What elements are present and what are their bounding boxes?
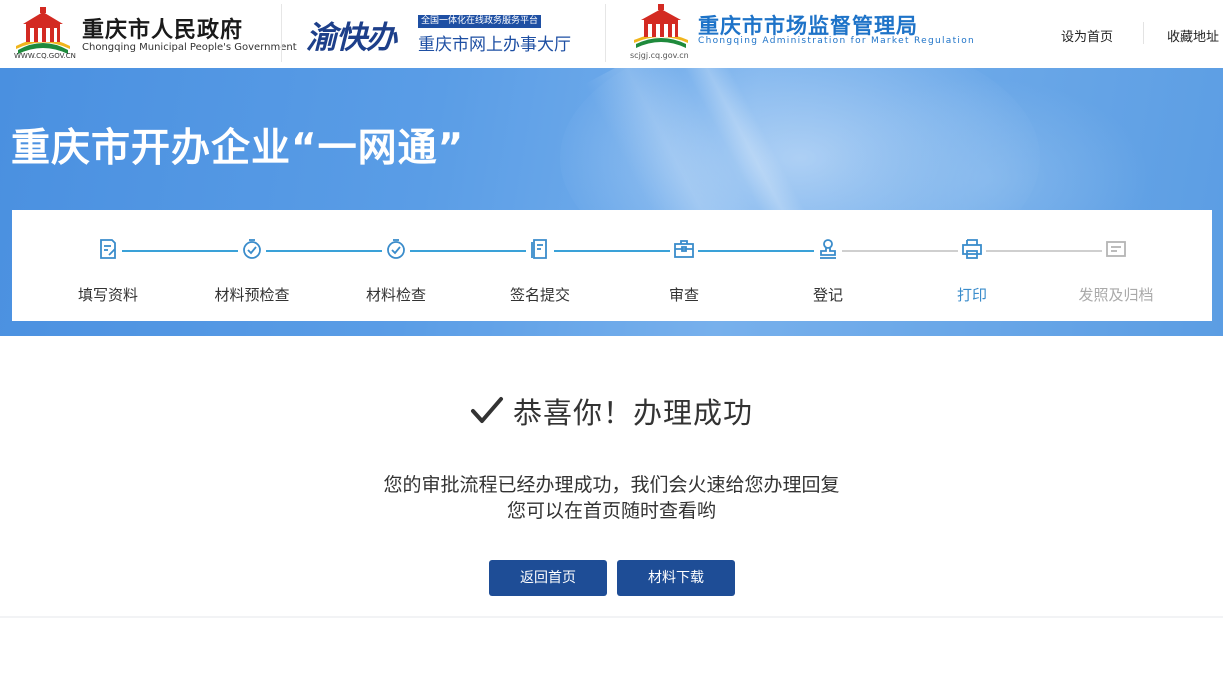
- header-divider: [605, 4, 606, 62]
- step-label: 登记: [812, 286, 843, 304]
- briefcase-icon: [674, 240, 694, 258]
- success-heading: 恭喜你！办理成功: [0, 390, 1223, 432]
- step-sign-submit: 签名提交: [485, 236, 595, 306]
- success-panel: 恭喜你！办理成功 您的审批流程已经办理成功，我们会火速给您办理回复 您可以在首页…: [0, 336, 1223, 618]
- step-check: 材料检查: [341, 236, 451, 306]
- step-register: 登记: [773, 236, 883, 306]
- check-clock-icon: [243, 239, 261, 259]
- back-home-button[interactable]: 返回首页: [489, 560, 607, 596]
- footer-divider: [0, 616, 1223, 618]
- printer-icon: [962, 239, 982, 259]
- yukuaiban-title: 重庆市网上办事大厅: [418, 35, 571, 55]
- step-label: 发照及归档: [1078, 286, 1154, 304]
- step-print: 打印: [917, 236, 1027, 306]
- step-label: 签名提交: [509, 286, 570, 304]
- step-label: 材料检查: [365, 286, 426, 304]
- step-label: 审查: [668, 286, 699, 304]
- yukuaiban-brand: 渝快办: [306, 20, 397, 56]
- stamp-icon: [820, 239, 836, 259]
- header-divider: [281, 4, 282, 62]
- progress-steps: 填写资料 材料预检查 材料检查 签名提交 审查 登记 打印 发照及归档: [12, 210, 1212, 321]
- step-label: 材料预检查: [214, 286, 290, 304]
- step-label: 填写资料: [77, 286, 138, 304]
- header-links: 设为首页 收藏地址: [1033, 0, 1223, 68]
- government-emblem-icon: [16, 7, 70, 54]
- success-message: 您的审批流程已经办理成功，我们会火速给您办理回复: [383, 474, 840, 496]
- step-review: 审查: [629, 236, 739, 306]
- yukuaiban-logo[interactable]: 渝快办 全国一体化在线政务服务平台 重庆市网上办事大厅: [306, 0, 596, 68]
- step-label: 打印: [956, 286, 987, 304]
- license-card-icon: [1106, 241, 1126, 257]
- market-logo-url: scjgj.cq.gov.cn: [630, 51, 689, 60]
- set-homepage-link[interactable]: 设为首页: [1061, 26, 1113, 45]
- hero-banner: 重庆市开办企业“一网通” 填写资料 材料预检查 材料检查 签名提交 审查 登记 …: [0, 68, 1223, 336]
- sign-document-icon: [531, 239, 547, 259]
- header-link-divider: [1143, 22, 1144, 44]
- success-title: 恭喜你！办理成功: [513, 396, 754, 430]
- form-edit-icon: [100, 239, 116, 259]
- market-logo-subtitle: Chongqing Administration for Market Regu…: [698, 36, 976, 46]
- site-header: 重庆市人民政府 Chongqing Municipal People's Gov…: [0, 0, 1223, 68]
- market-regulation-logo[interactable]: 重庆市市场监督管理局 Chongqing Administration for …: [628, 0, 974, 68]
- market-regulation-emblem-icon: [634, 4, 688, 48]
- checkmark-icon: [470, 397, 503, 423]
- success-message-secondary: 您可以在首页随时查看哟: [506, 500, 716, 522]
- chongqing-government-logo[interactable]: 重庆市人民政府 Chongqing Municipal People's Gov…: [10, 0, 297, 68]
- step-fill-info: 填写资料: [53, 236, 163, 306]
- step-precheck: 材料预检查: [197, 236, 307, 306]
- check-clock-icon: [387, 239, 405, 259]
- page-title: 重庆市开办企业“一网通”: [11, 126, 465, 171]
- bookmark-link[interactable]: 收藏地址: [1167, 26, 1219, 45]
- gov-logo-url: WWW.CQ.GOV.CN: [14, 52, 76, 60]
- gov-logo-subtitle: Chongqing Municipal People's Government: [82, 42, 297, 53]
- gov-logo-title: 重庆市人民政府: [82, 18, 244, 43]
- yukuaiban-tag: 全国一体化在线政务服务平台: [418, 15, 542, 28]
- download-materials-button[interactable]: 材料下载: [617, 560, 735, 596]
- step-license-archive: 发照及归档: [1061, 236, 1171, 306]
